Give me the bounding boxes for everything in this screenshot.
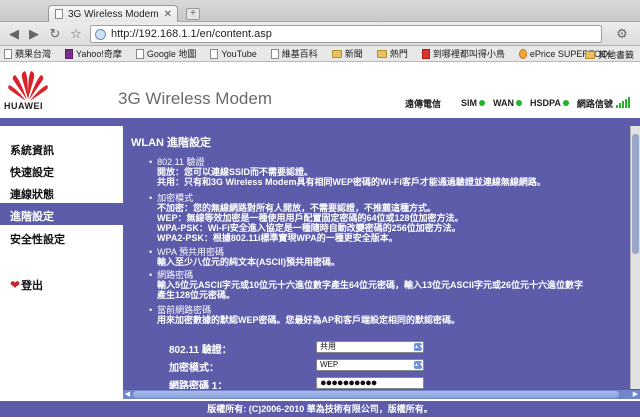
bookmark-item[interactable]: Google 地圖: [135, 47, 196, 60]
sidebar-item-system-info[interactable]: 系統資訊: [10, 142, 54, 158]
browser-toolbar: ◀ ▶ ↻ ☆ ⚙: [0, 22, 640, 46]
logout-label: 登出: [21, 280, 44, 292]
other-bookmarks[interactable]: 其他書籤: [584, 48, 634, 61]
reload-icon[interactable]: ↻: [45, 25, 65, 43]
wan-status-icon: [516, 100, 523, 106]
bookmark-item[interactable]: Yahoo!奇摩: [65, 47, 122, 60]
horizontal-scroll-thumb[interactable]: [133, 391, 619, 398]
star-bookmark-icon[interactable]: ☆: [66, 25, 86, 43]
sidebar-item-advanced-settings[interactable]: 進階設定: [10, 208, 54, 224]
vertical-scroll-thumb[interactable]: [632, 134, 639, 254]
globe-icon: [95, 28, 106, 40]
sim-status-icon: [479, 100, 486, 106]
copyright-footer: 版權所有: (C)2006-2010 華為技術有限公司，版權所有。: [0, 401, 640, 417]
network-key-input[interactable]: ●●●●●●●●●●: [316, 377, 424, 389]
dropdown-arrow-icon: ▲▼: [414, 361, 424, 369]
bookmark-folder[interactable]: 熱門: [376, 47, 408, 60]
encryption-label: 加密模式：: [169, 363, 219, 374]
bookmark-item[interactable]: 維基百科: [270, 47, 318, 60]
bookmark-item[interactable]: 蘋果台灣: [4, 47, 51, 60]
wrench-menu-icon[interactable]: ⚙: [612, 25, 632, 43]
folder-icon: [331, 49, 342, 58]
network-key-label: 網路密碼 1：: [169, 381, 228, 389]
bookmarks-bar: 蘋果台灣 Yahoo!奇摩 Google 地圖 YouTube 維基百科 新聞 …: [0, 46, 640, 62]
folder-icon: [376, 49, 387, 58]
scroll-left-icon[interactable]: ◀: [123, 390, 132, 399]
sidebar-nav: 系統資訊 快速設定 連線狀態 進階設定 安全性設定 ❤ 登出: [0, 126, 123, 402]
operator-name: 遠傳電信: [405, 98, 442, 109]
status-bar: 遠傳電信 SIM WAN HSDPA 網路信號: [405, 97, 631, 109]
page-icon: [135, 48, 144, 59]
help-section-current-key: 當前網路密碼 用來加密數據的默認WEP密碼。您最好為AP和客戶端設定相同的默認密…: [157, 305, 460, 325]
bookmark-item[interactable]: YouTube: [210, 48, 257, 59]
auth-label: 802.11 驗證：: [169, 345, 232, 356]
network-status-icon: [562, 100, 569, 106]
close-tab-icon[interactable]: ✕: [164, 9, 172, 20]
vertical-scrollbar[interactable]: [630, 126, 640, 389]
encryption-select[interactable]: WEP ▲▼: [316, 359, 424, 371]
tab-title: 3G Wireless Modem: [68, 8, 159, 20]
header-divider: [0, 118, 640, 126]
help-section-network-key: 網路密碼 輸入5位元ASCII字元或10位元十六進位數字產生64位元密碼，輸入1…: [157, 270, 583, 300]
sidebar-item-quick-setup[interactable]: 快速設定: [10, 164, 54, 180]
url-input[interactable]: [111, 28, 591, 40]
scroll-right-icon[interactable]: ▶: [631, 390, 640, 399]
sidebar-item-connection-status[interactable]: 連線狀態: [10, 186, 54, 202]
back-arrow-icon[interactable]: ◀: [4, 25, 24, 43]
eprice-icon: [518, 48, 527, 59]
router-header: HUAWEI 3G Wireless Modem: [0, 63, 640, 118]
page-icon: [4, 48, 12, 59]
page-icon: [55, 9, 63, 19]
help-section-encryption: 加密模式 不加密：您的無線網路對所有人開放，不需要認證，不推薦這種方式。 WEP…: [157, 193, 464, 243]
bookmark-folder[interactable]: 新聞: [331, 47, 363, 60]
help-section-wpa-psk: WPA 預共用密碼 輸入至少八位元的純文本(ASCII)預共用密碼。: [157, 247, 340, 267]
page-title: WLAN 進階設定: [131, 137, 212, 149]
horizontal-scrollbar[interactable]: ◀ ▶: [123, 389, 640, 399]
signal-label: 網路信號: [576, 98, 613, 109]
folder-icon: [584, 50, 595, 59]
sidebar-item-security-settings[interactable]: 安全性設定: [10, 231, 65, 247]
sim-label: SIM: [461, 98, 478, 108]
bookmark-item[interactable]: 到哪裡都叫得小鳥: [421, 47, 505, 60]
brand-name: HUAWEI: [4, 101, 43, 111]
network-type: HSDPA: [530, 98, 561, 108]
auth-select[interactable]: 共用 ▲▼: [316, 341, 424, 353]
browser-tab[interactable]: 3G Wireless Modem ✕: [48, 5, 178, 22]
wan-label: WAN: [493, 98, 515, 108]
signal-strength-icon: [615, 97, 631, 108]
yahoo-icon: [65, 48, 74, 59]
logout-link[interactable]: ❤ 登出: [10, 277, 43, 293]
page-icon: [210, 48, 219, 59]
main-panel: WLAN 進階設定 802.11 驗證 開放：您可以連線SSID而不需要認證。 …: [123, 126, 630, 389]
page-icon: [270, 48, 279, 59]
product-title: 3G Wireless Modem: [118, 89, 272, 108]
address-bar[interactable]: [90, 25, 602, 43]
dropdown-arrow-icon: ▲▼: [414, 343, 424, 351]
browser-tab-bar: 3G Wireless Modem ✕ +: [0, 0, 640, 22]
heart-key-icon: ❤: [10, 278, 21, 292]
new-tab-button[interactable]: +: [186, 8, 200, 20]
help-section-auth: 802.11 驗證 開放：您可以連線SSID而不需要認證。 共用：只有和3G W…: [157, 157, 546, 187]
forward-arrow-icon[interactable]: ▶: [24, 25, 44, 43]
page-icon: [421, 48, 430, 59]
